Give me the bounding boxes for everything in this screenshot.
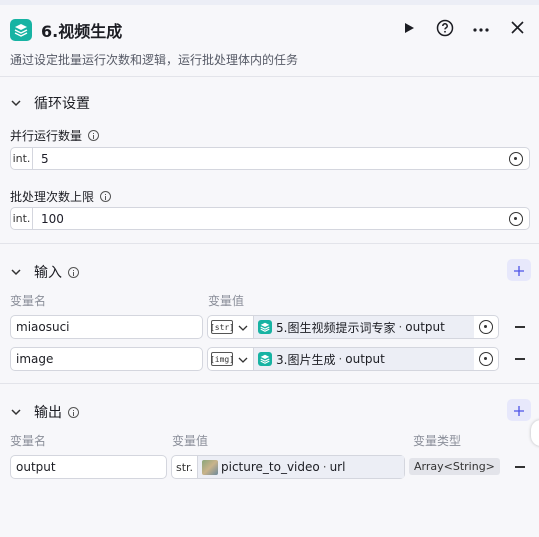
chevron-down-icon bbox=[10, 266, 22, 278]
ref-field-name: url bbox=[329, 460, 346, 474]
stepper-icon[interactable] bbox=[509, 211, 523, 226]
info-icon[interactable] bbox=[68, 406, 79, 418]
add-output-button[interactable] bbox=[507, 399, 531, 421]
help-button[interactable] bbox=[434, 18, 456, 40]
section-title: 输入 bbox=[34, 265, 62, 281]
ref-node-name: 5.图生视频提示词专家 bbox=[276, 320, 396, 335]
more-button[interactable] bbox=[470, 18, 492, 40]
chevron-down-icon bbox=[10, 406, 22, 418]
divider bbox=[0, 383, 539, 384]
remove-row-icon[interactable] bbox=[515, 358, 525, 360]
remove-row-icon[interactable] bbox=[515, 466, 525, 468]
ref-field-name: output bbox=[405, 320, 445, 334]
batch-limit-text: 批处理次数上限 bbox=[10, 190, 95, 204]
col-header-value: 变量值 bbox=[172, 434, 209, 448]
batch-limit-value[interactable]: 100 bbox=[33, 212, 509, 226]
int-type-prefix: int. bbox=[11, 148, 33, 169]
ref-field-name: output bbox=[345, 352, 385, 366]
separator: · bbox=[398, 320, 403, 334]
remove-row-icon[interactable] bbox=[515, 326, 525, 328]
input-section-header[interactable]: 输入 bbox=[10, 262, 79, 282]
node-type-icon bbox=[10, 19, 32, 41]
divider bbox=[0, 243, 539, 244]
chevron-down-icon[interactable] bbox=[238, 354, 248, 364]
plus-icon bbox=[514, 401, 524, 420]
close-icon bbox=[510, 21, 524, 37]
parallel-count-field[interactable]: int. 5 bbox=[10, 147, 530, 170]
col-header-value: 变量值 bbox=[208, 294, 245, 308]
chevron-down-icon bbox=[10, 97, 22, 109]
separator: · bbox=[322, 460, 327, 474]
col-header-name: 变量名 bbox=[10, 434, 47, 448]
info-icon[interactable] bbox=[88, 130, 100, 141]
parallel-count-label: 并行运行数量 bbox=[10, 127, 100, 144]
node-description: 通过设定批量运行次数和逻辑，运行批处理体内的任务 bbox=[10, 53, 299, 67]
node-header: 6.视频生成 通过设定批量运行次数和逻辑，运行批处理体内的任务 bbox=[0, 5, 539, 77]
string-type-prefix: str. bbox=[172, 456, 198, 478]
input-var-name-field[interactable]: miaosuci bbox=[10, 315, 203, 339]
int-type-prefix: int. bbox=[11, 208, 33, 229]
parallel-count-text: 并行运行数量 bbox=[10, 129, 83, 143]
separator: · bbox=[338, 352, 343, 366]
image-type-icon[interactable]: [img] bbox=[210, 352, 234, 366]
reference-chip[interactable]: 3.图片生成 · output bbox=[253, 348, 474, 370]
output-type-badge: Array<String> bbox=[409, 458, 500, 475]
info-icon[interactable] bbox=[100, 191, 112, 202]
node-type-icon bbox=[258, 320, 272, 334]
node-title[interactable]: 6.视频生成 bbox=[41, 18, 122, 42]
more-icon bbox=[472, 22, 490, 36]
output-var-value-field[interactable]: str. picture_to_video · url bbox=[171, 455, 405, 479]
section-title: 输出 bbox=[34, 405, 62, 421]
plugin-thumbnail-icon bbox=[202, 459, 218, 475]
chevron-down-icon[interactable] bbox=[238, 322, 248, 332]
play-icon bbox=[403, 22, 415, 37]
info-icon[interactable] bbox=[68, 266, 79, 278]
input-var-value-field[interactable]: [str] 5.图生视频提示词专家 · output bbox=[207, 315, 499, 339]
plus-icon bbox=[514, 261, 524, 280]
variable-picker-icon[interactable] bbox=[479, 320, 493, 334]
string-type-icon[interactable]: [str] bbox=[210, 320, 234, 334]
input-var-value-field[interactable]: [img] 3.图片生成 · output bbox=[207, 347, 499, 371]
parallel-count-value[interactable]: 5 bbox=[33, 152, 509, 166]
side-panel-handle[interactable] bbox=[531, 420, 539, 446]
close-button[interactable] bbox=[506, 18, 528, 40]
help-icon bbox=[436, 19, 454, 40]
node-type-icon bbox=[258, 352, 272, 366]
section-title: 循环设置 bbox=[34, 96, 90, 112]
ref-node-name: picture_to_video bbox=[221, 460, 320, 474]
loop-settings-header[interactable]: 循环设置 bbox=[10, 93, 90, 113]
ref-node-name: 3.图片生成 bbox=[276, 352, 336, 367]
output-var-name-field[interactable]: output bbox=[10, 455, 167, 479]
output-section-header[interactable]: 输出 bbox=[10, 402, 79, 422]
col-header-name: 变量名 bbox=[10, 294, 47, 308]
col-header-type: 变量类型 bbox=[413, 434, 462, 448]
reference-chip[interactable]: 5.图生视频提示词专家 · output bbox=[253, 316, 474, 338]
stepper-icon[interactable] bbox=[509, 151, 523, 166]
reference-chip[interactable]: picture_to_video · url bbox=[198, 456, 404, 478]
add-input-button[interactable] bbox=[507, 259, 531, 281]
batch-limit-field[interactable]: int. 100 bbox=[10, 207, 530, 230]
batch-limit-label: 批处理次数上限 bbox=[10, 188, 112, 205]
variable-picker-icon[interactable] bbox=[479, 352, 493, 366]
input-var-name-field[interactable]: image bbox=[10, 347, 203, 371]
run-button[interactable] bbox=[398, 18, 420, 40]
